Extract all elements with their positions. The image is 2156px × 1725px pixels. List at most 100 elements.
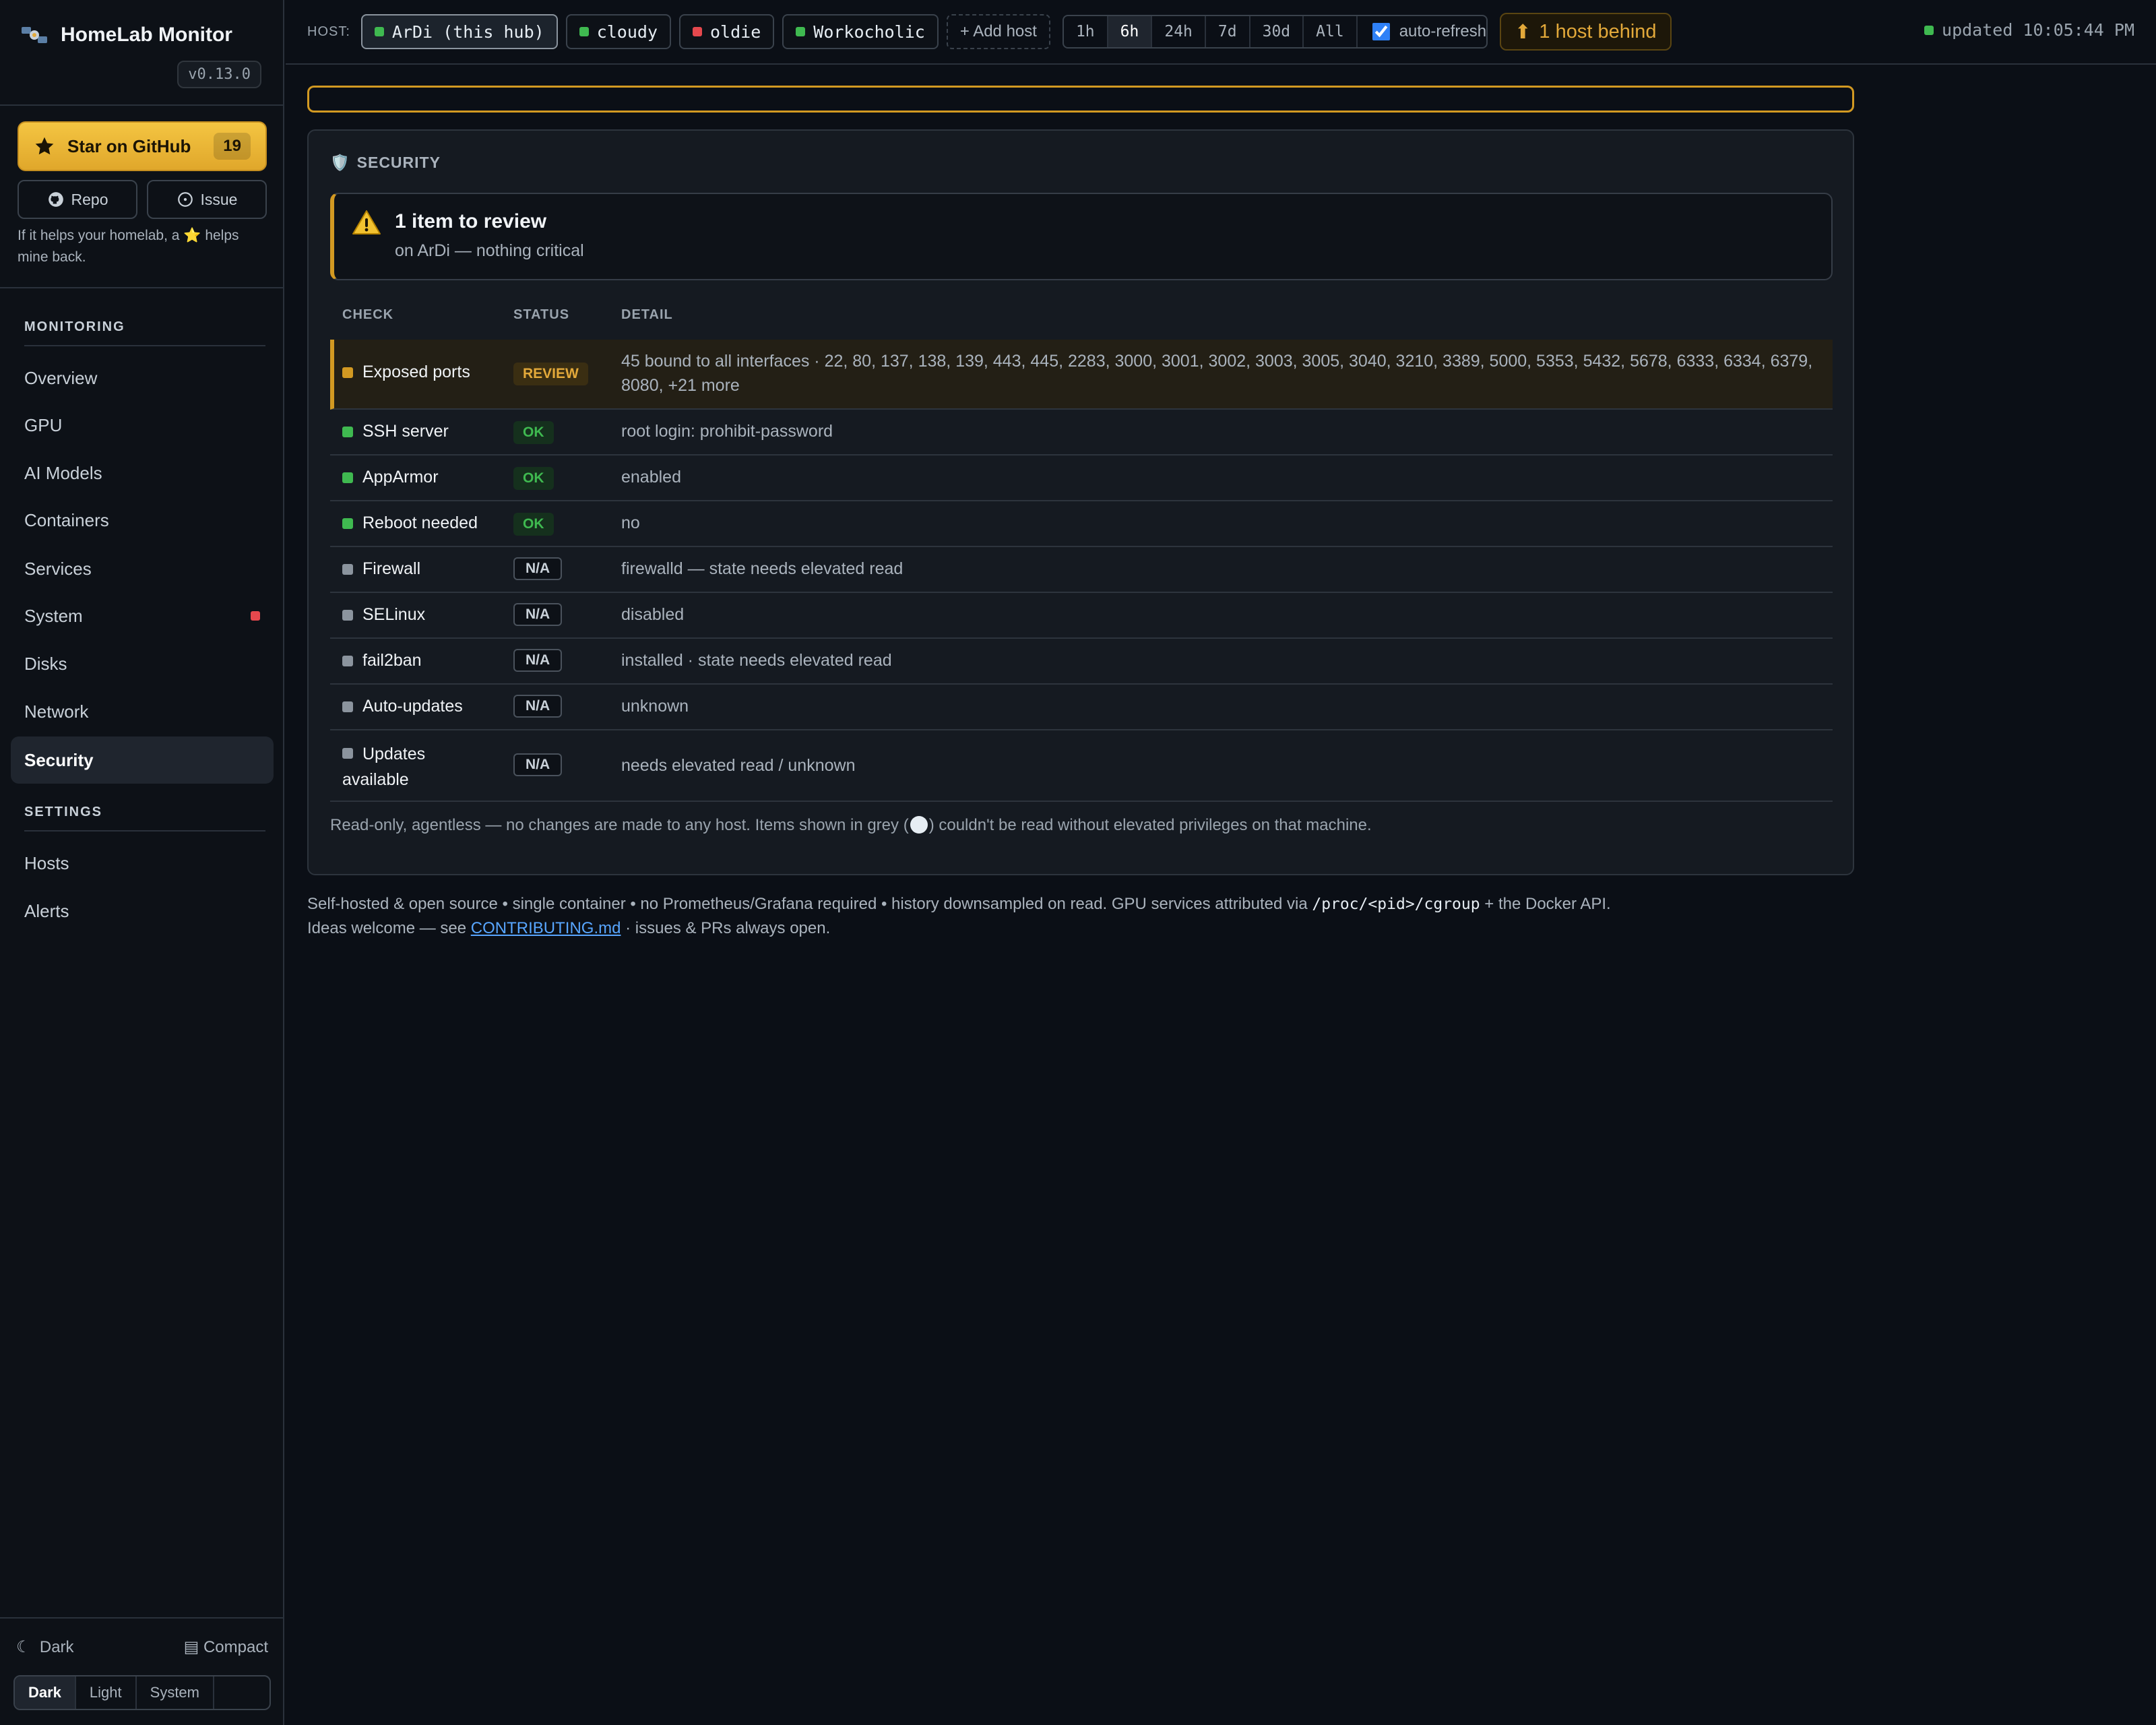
- alert-dot: [251, 611, 260, 621]
- add-host-button[interactable]: + Add host: [946, 14, 1050, 49]
- auto-refresh-toggle[interactable]: auto-refresh: [1358, 16, 1486, 47]
- check-cell: Reboot needed: [342, 513, 478, 533]
- range-7d[interactable]: 7d: [1206, 16, 1250, 47]
- check-cell: Firewall: [342, 559, 420, 579]
- top-bar: HOST: ArDi (this hub) cloudy oldie Worko…: [286, 0, 2156, 65]
- sidebar-item-containers[interactable]: Containers: [11, 497, 274, 544]
- hosts-behind-label: 1 host behind: [1539, 20, 1657, 42]
- table-row[interactable]: Firewall N/A firewalld — state needs ele…: [330, 547, 1833, 593]
- footer-text: + the Docker API.: [1484, 895, 1611, 913]
- divider: [0, 104, 284, 106]
- status-dot: [374, 27, 384, 36]
- status-square: [342, 701, 353, 712]
- status-square: [342, 518, 353, 529]
- range-1h[interactable]: 1h: [1064, 16, 1108, 47]
- table-row[interactable]: AppArmor OK enabled: [330, 456, 1833, 501]
- range-24h[interactable]: 24h: [1152, 16, 1206, 47]
- status-square: [342, 367, 353, 378]
- compact-toggle[interactable]: ▤ Compact: [184, 1637, 268, 1657]
- check-name: SELinux: [362, 605, 426, 624]
- sidebar-item-network[interactable]: Network: [11, 688, 274, 735]
- theme-option-dark[interactable]: Dark: [15, 1676, 76, 1709]
- star-on-github-button[interactable]: Star on GitHub 19: [18, 121, 267, 171]
- check-name: Updates available: [342, 745, 426, 789]
- repo-button[interactable]: Repo: [18, 180, 137, 219]
- arrow-up-icon: ⬆: [1515, 21, 1531, 43]
- moon-icon: ☾: [16, 1638, 31, 1656]
- table-row[interactable]: Exposed ports REVIEW 45 bound to all int…: [330, 340, 1833, 410]
- table-row[interactable]: Auto-updates N/A unknown: [330, 685, 1833, 730]
- sidebar-item-system[interactable]: System: [11, 592, 274, 639]
- updated-time: updated 10:05:44 PM: [1942, 20, 2134, 40]
- status-square: [342, 748, 353, 759]
- status-badge: OK: [513, 467, 554, 490]
- check-cell: Updates available: [342, 741, 477, 792]
- hosts-behind-button[interactable]: ⬆ 1 host behind: [1500, 13, 1672, 51]
- host-name: cloudy: [596, 22, 658, 42]
- divider: [24, 345, 265, 346]
- updated-status: updated 10:05:44 PM: [1924, 20, 2134, 40]
- check-cell: fail2ban: [342, 651, 422, 670]
- page-footer: Self-hosted & open source • single conta…: [307, 892, 1857, 941]
- status-dot: [579, 27, 589, 36]
- theme-option-light[interactable]: Light: [76, 1676, 137, 1709]
- theme-selector: Dark Light System: [13, 1675, 271, 1710]
- sidebar-item-security[interactable]: Security: [11, 736, 274, 784]
- theme-option-system[interactable]: System: [137, 1676, 214, 1709]
- table-row[interactable]: Updates available N/A needs elevated rea…: [330, 730, 1833, 802]
- auto-refresh-checkbox[interactable]: [1372, 23, 1390, 40]
- nav-heading-settings: SETTINGS: [24, 805, 103, 819]
- compact-label: Compact: [203, 1638, 268, 1656]
- status-square: [342, 655, 353, 666]
- check-name: fail2ban: [362, 651, 422, 670]
- sidebar-item-alerts[interactable]: Alerts: [11, 887, 274, 935]
- theme-toggle[interactable]: ☾ Dark: [16, 1637, 74, 1657]
- host-chip-oldie[interactable]: oldie: [679, 14, 775, 49]
- detail-text: root login: prohibit-password: [621, 422, 833, 441]
- nav-heading-monitoring: MONITORING: [24, 319, 125, 334]
- review-summary: 1 item to review on ArDi — nothing criti…: [330, 193, 1833, 280]
- detail-text: firewalld — state needs elevated read: [621, 559, 903, 578]
- host-chip-ardi[interactable]: ArDi (this hub): [360, 14, 558, 49]
- range-all[interactable]: All: [1304, 16, 1358, 47]
- sidebar-item-gpu[interactable]: GPU: [11, 402, 274, 449]
- star-count: 19: [214, 133, 251, 160]
- detail-text: no: [621, 513, 640, 532]
- range-30d[interactable]: 30d: [1250, 16, 1304, 47]
- sidebar-item-disks[interactable]: Disks: [11, 640, 274, 687]
- status-dot: [796, 27, 806, 36]
- host-chip-workocholic[interactable]: Workocholic: [782, 14, 939, 49]
- sidebar-item-hosts[interactable]: Hosts: [11, 840, 274, 887]
- status-badge: N/A: [513, 557, 563, 580]
- sidebar-item-overview[interactable]: Overview: [11, 354, 274, 402]
- satellite-icon: [22, 27, 47, 43]
- table-row[interactable]: SSH server OK root login: prohibit-passw…: [330, 410, 1833, 456]
- detail-text: enabled: [621, 468, 681, 487]
- status-square: [342, 563, 353, 575]
- host-name: ArDi (this hub): [391, 22, 544, 42]
- check-name: Auto-updates: [362, 697, 463, 716]
- table-row[interactable]: Reboot needed OK no: [330, 501, 1833, 547]
- table-row[interactable]: fail2ban N/A installed · state needs ele…: [330, 639, 1833, 685]
- host-chip-cloudy[interactable]: cloudy: [565, 14, 671, 49]
- check-cell: SSH server: [342, 422, 449, 441]
- detail-text: 45 bound to all interfaces · 22, 80, 137…: [621, 352, 1813, 395]
- issue-icon: [177, 192, 193, 207]
- range-6h[interactable]: 6h: [1108, 16, 1153, 47]
- divider: [0, 1617, 284, 1619]
- table-row[interactable]: SELinux N/A disabled: [330, 593, 1833, 639]
- status-badge: N/A: [513, 603, 563, 626]
- brand[interactable]: HomeLab Monitor: [20, 22, 232, 49]
- theme-row: ☾ Dark ▤ Compact: [16, 1637, 268, 1657]
- status-dot: [1924, 25, 1934, 35]
- sidebar-item-services[interactable]: Services: [11, 545, 274, 592]
- theme-current-label: Dark: [39, 1638, 74, 1656]
- check-name: Exposed ports: [362, 363, 470, 381]
- sidebar-item-ai-models[interactable]: AI Models: [11, 449, 274, 497]
- issue-button[interactable]: Issue: [147, 180, 267, 219]
- check-cell: SELinux: [342, 605, 425, 625]
- check-name: Firewall: [362, 559, 421, 578]
- footer-text: Self-hosted & open source • single conta…: [307, 895, 1308, 913]
- contributing-link[interactable]: CONTRIBUTING.md: [471, 919, 621, 937]
- status-square: [342, 472, 353, 483]
